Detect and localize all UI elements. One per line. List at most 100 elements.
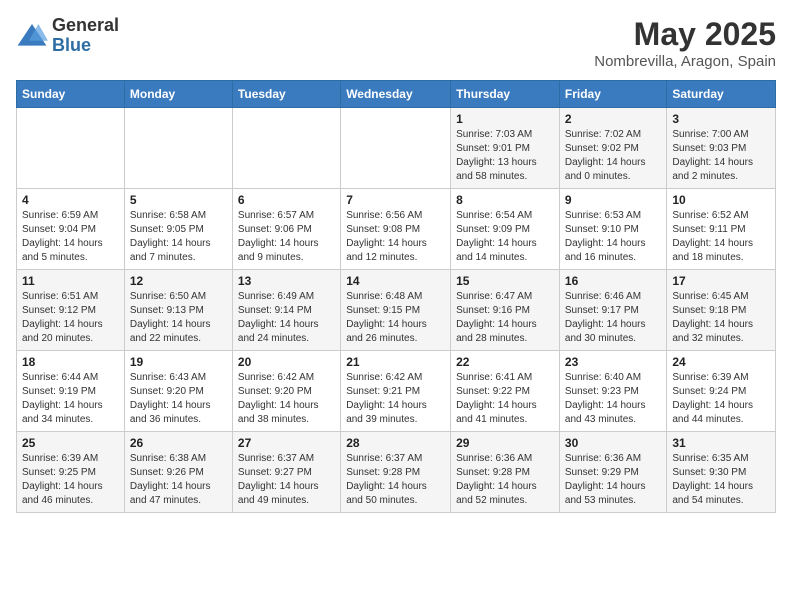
week-row-2: 4 Sunrise: 6:59 AMSunset: 9:04 PMDaylight…	[17, 189, 776, 270]
day-cell: 31 Sunrise: 6:35 AMSunset: 9:30 PMDayligh…	[667, 432, 776, 513]
day-cell: 14Sunrise: 6:48 AMSunset: 9:15 PMDayligh…	[341, 270, 451, 351]
day-number: 27	[238, 436, 335, 450]
logo-general: General	[52, 16, 119, 36]
day-number: 13	[238, 274, 335, 288]
day-cell	[17, 108, 125, 189]
day-info: Sunrise: 6:35 AMSunset: 9:30 PMDaylight:…	[672, 452, 770, 508]
header-friday: Friday	[559, 81, 666, 108]
day-cell: 17 Sunrise: 6:45 AMSunset: 9:18 PMDayligh…	[667, 270, 776, 351]
day-info: Sunrise: 6:41 AMSunset: 9:22 PMDaylight:…	[456, 371, 554, 427]
day-info: Sunrise: 6:36 AMSunset: 9:28 PMDaylight:…	[456, 452, 554, 508]
logo-blue: Blue	[52, 36, 119, 56]
day-number: 23	[565, 355, 661, 369]
day-cell: 3 Sunrise: 7:00 AMSunset: 9:03 PMDaylight…	[667, 108, 776, 189]
day-info: Sunrise: 7:02 AMSunset: 9:02 PMDaylight:…	[565, 128, 661, 184]
day-cell: 26 Sunrise: 6:38 AMSunset: 9:26 PMDayligh…	[124, 432, 232, 513]
week-row-3: 11Sunrise: 6:51 AMSunset: 9:12 PMDayligh…	[17, 270, 776, 351]
day-cell: 2 Sunrise: 7:02 AMSunset: 9:02 PMDaylight…	[559, 108, 666, 189]
day-info: Sunrise: 6:46 AMSunset: 9:17 PMDaylight:…	[565, 290, 661, 346]
day-cell	[341, 108, 451, 189]
logo-text: General Blue	[52, 16, 119, 56]
header-sunday: Sunday	[17, 81, 125, 108]
day-info: Sunrise: 6:56 AMSunset: 9:08 PMDaylight:…	[346, 209, 445, 265]
day-info: Sunrise: 6:45 AMSunset: 9:18 PMDaylight:…	[672, 290, 770, 346]
week-row-5: 25 Sunrise: 6:39 AMSunset: 9:25 PMDayligh…	[17, 432, 776, 513]
day-info: Sunrise: 6:48 AMSunset: 9:15 PMDaylight:…	[346, 290, 445, 346]
day-cell: 29 Sunrise: 6:36 AMSunset: 9:28 PMDayligh…	[451, 432, 560, 513]
logo: General Blue	[16, 16, 119, 56]
day-number: 3	[672, 112, 770, 126]
day-cell: 4 Sunrise: 6:59 AMSunset: 9:04 PMDaylight…	[17, 189, 125, 270]
day-number: 29	[456, 436, 554, 450]
sub-title: Nombrevilla, Aragon, Spain	[594, 53, 776, 70]
day-number: 18	[22, 355, 119, 369]
header-monday: Monday	[124, 81, 232, 108]
day-info: Sunrise: 6:59 AMSunset: 9:04 PMDaylight:…	[22, 209, 119, 265]
day-number: 25	[22, 436, 119, 450]
day-number: 15	[456, 274, 554, 288]
week-row-4: 18 Sunrise: 6:44 AMSunset: 9:19 PMDayligh…	[17, 351, 776, 432]
day-cell: 16 Sunrise: 6:46 AMSunset: 9:17 PMDayligh…	[559, 270, 666, 351]
day-cell: 13 Sunrise: 6:49 AMSunset: 9:14 PMDayligh…	[232, 270, 340, 351]
day-info: Sunrise: 7:00 AMSunset: 9:03 PMDaylight:…	[672, 128, 770, 184]
day-info: Sunrise: 6:47 AMSunset: 9:16 PMDaylight:…	[456, 290, 554, 346]
day-number: 1	[456, 112, 554, 126]
day-number: 6	[238, 193, 335, 207]
day-number: 10	[672, 193, 770, 207]
day-number: 31	[672, 436, 770, 450]
day-info: Sunrise: 6:39 AMSunset: 9:25 PMDaylight:…	[22, 452, 119, 508]
day-info: Sunrise: 6:50 AMSunset: 9:13 PMDaylight:…	[130, 290, 227, 346]
day-number: 20	[238, 355, 335, 369]
day-info: Sunrise: 6:43 AMSunset: 9:20 PMDaylight:…	[130, 371, 227, 427]
day-cell: 9 Sunrise: 6:53 AMSunset: 9:10 PMDaylight…	[559, 189, 666, 270]
main-title: May 2025	[594, 16, 776, 53]
day-info: Sunrise: 6:38 AMSunset: 9:26 PMDaylight:…	[130, 452, 227, 508]
day-number: 21	[346, 355, 445, 369]
day-number: 17	[672, 274, 770, 288]
day-cell: 11Sunrise: 6:51 AMSunset: 9:12 PMDayligh…	[17, 270, 125, 351]
day-number: 30	[565, 436, 661, 450]
day-number: 26	[130, 436, 227, 450]
day-cell: 30 Sunrise: 6:36 AMSunset: 9:29 PMDayligh…	[559, 432, 666, 513]
day-cell: 28Sunrise: 6:37 AMSunset: 9:28 PMDayligh…	[341, 432, 451, 513]
title-block: May 2025 Nombrevilla, Aragon, Spain	[594, 16, 776, 70]
day-cell	[124, 108, 232, 189]
header-thursday: Thursday	[451, 81, 560, 108]
header-wednesday: Wednesday	[341, 81, 451, 108]
day-info: Sunrise: 6:40 AMSunset: 9:23 PMDaylight:…	[565, 371, 661, 427]
day-cell: 8 Sunrise: 6:54 AMSunset: 9:09 PMDaylight…	[451, 189, 560, 270]
day-info: Sunrise: 6:42 AMSunset: 9:20 PMDaylight:…	[238, 371, 335, 427]
day-number: 8	[456, 193, 554, 207]
day-cell: 12Sunrise: 6:50 AMSunset: 9:13 PMDayligh…	[124, 270, 232, 351]
day-info: Sunrise: 6:49 AMSunset: 9:14 PMDaylight:…	[238, 290, 335, 346]
day-number: 7	[346, 193, 445, 207]
day-cell: 10 Sunrise: 6:52 AMSunset: 9:11 PMDayligh…	[667, 189, 776, 270]
day-cell: 23 Sunrise: 6:40 AMSunset: 9:23 PMDayligh…	[559, 351, 666, 432]
day-cell: 22Sunrise: 6:41 AMSunset: 9:22 PMDayligh…	[451, 351, 560, 432]
day-number: 9	[565, 193, 661, 207]
day-cell: 27 Sunrise: 6:37 AMSunset: 9:27 PMDayligh…	[232, 432, 340, 513]
day-number: 19	[130, 355, 227, 369]
day-number: 5	[130, 193, 227, 207]
day-info: Sunrise: 6:37 AMSunset: 9:27 PMDaylight:…	[238, 452, 335, 508]
day-info: Sunrise: 6:53 AMSunset: 9:10 PMDaylight:…	[565, 209, 661, 265]
day-info: Sunrise: 6:52 AMSunset: 9:11 PMDaylight:…	[672, 209, 770, 265]
day-cell: 24 Sunrise: 6:39 AMSunset: 9:24 PMDayligh…	[667, 351, 776, 432]
logo-icon	[16, 20, 48, 52]
day-cell: 18 Sunrise: 6:44 AMSunset: 9:19 PMDayligh…	[17, 351, 125, 432]
day-cell: 19 Sunrise: 6:43 AMSunset: 9:20 PMDayligh…	[124, 351, 232, 432]
day-cell: 1 Sunrise: 7:03 AMSunset: 9:01 PMDaylight…	[451, 108, 560, 189]
day-info: Sunrise: 6:37 AMSunset: 9:28 PMDaylight:…	[346, 452, 445, 508]
day-number: 4	[22, 193, 119, 207]
day-cell: 5Sunrise: 6:58 AMSunset: 9:05 PMDaylight…	[124, 189, 232, 270]
day-number: 24	[672, 355, 770, 369]
day-info: Sunrise: 6:54 AMSunset: 9:09 PMDaylight:…	[456, 209, 554, 265]
day-number: 2	[565, 112, 661, 126]
week-row-1: 1 Sunrise: 7:03 AMSunset: 9:01 PMDaylight…	[17, 108, 776, 189]
day-info: Sunrise: 6:39 AMSunset: 9:24 PMDaylight:…	[672, 371, 770, 427]
day-info: Sunrise: 7:03 AMSunset: 9:01 PMDaylight:…	[456, 128, 554, 184]
header-tuesday: Tuesday	[232, 81, 340, 108]
day-number: 16	[565, 274, 661, 288]
day-info: Sunrise: 6:36 AMSunset: 9:29 PMDaylight:…	[565, 452, 661, 508]
day-info: Sunrise: 6:44 AMSunset: 9:19 PMDaylight:…	[22, 371, 119, 427]
